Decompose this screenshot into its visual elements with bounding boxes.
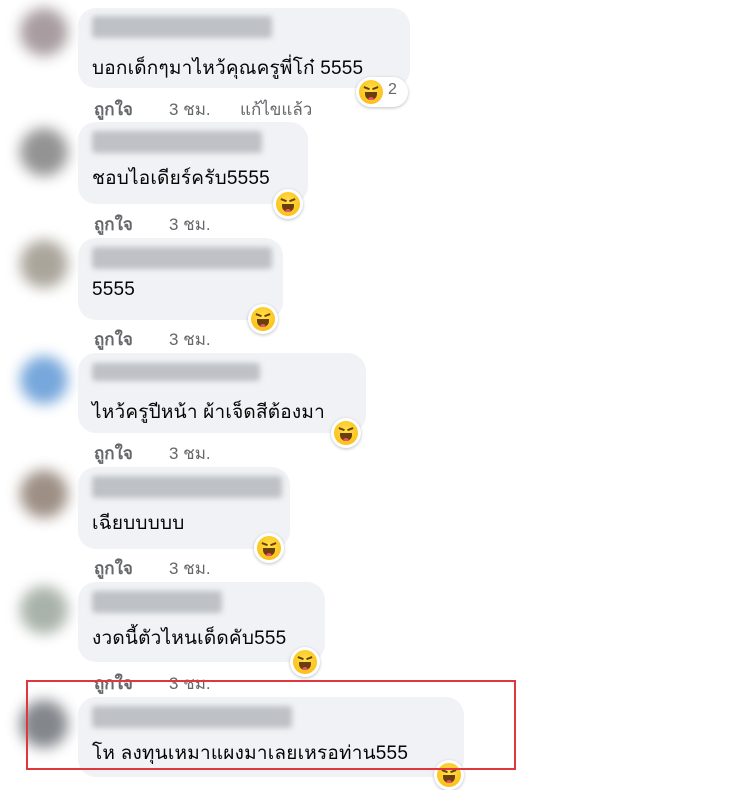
- comment-text: บอกเด็กๆมาไหว้คุณครูพี่โก๋ 5555: [92, 58, 364, 79]
- avatar[interactable]: [20, 356, 68, 404]
- highlight-box: [26, 680, 516, 770]
- like-button[interactable]: ถูกใจ: [94, 326, 133, 353]
- reaction-badge[interactable]: [290, 647, 320, 677]
- like-button[interactable]: ถูกใจ: [94, 555, 133, 582]
- comment-text: ไหว้ครูปีหน้า ผ้าเจ็ดสีต้องมา: [92, 402, 325, 423]
- commenter-name[interactable]: [92, 363, 260, 381]
- laugh-emoji-icon: [293, 650, 317, 674]
- comment-time[interactable]: 3 ชม.: [169, 96, 211, 123]
- comment-text: เฉียบบบบบ: [92, 513, 185, 534]
- avatar[interactable]: [20, 470, 68, 518]
- avatar[interactable]: [20, 128, 68, 176]
- like-button[interactable]: ถูกใจ: [94, 211, 133, 238]
- avatar[interactable]: [20, 240, 68, 288]
- reaction-count: 2: [388, 81, 397, 98]
- avatar[interactable]: [20, 586, 68, 634]
- comment-time[interactable]: 3 ชม.: [169, 211, 211, 238]
- laugh-emoji-icon: [257, 536, 281, 560]
- reaction-badge[interactable]: [248, 304, 278, 334]
- comment-bubble[interactable]: งวดนี้ตัวไหนเด็ดคับ555: [78, 582, 325, 662]
- comment-bubble[interactable]: บอกเด็กๆมาไหว้คุณครูพี่โก๋ 5555: [78, 8, 410, 88]
- laugh-emoji-icon: [359, 80, 383, 104]
- comment-bubble[interactable]: ไหว้ครูปีหน้า ผ้าเจ็ดสีต้องมา: [78, 353, 366, 433]
- commenter-name[interactable]: [92, 131, 262, 153]
- comment-time[interactable]: 3 ชม.: [169, 440, 211, 467]
- laugh-emoji-icon: [334, 421, 358, 445]
- laugh-emoji-icon: [251, 307, 275, 331]
- reaction-badge[interactable]: [254, 533, 284, 563]
- like-button[interactable]: ถูกใจ: [94, 440, 133, 467]
- comment-text: งวดนี้ตัวไหนเด็ดคับ555: [92, 628, 287, 649]
- commenter-name[interactable]: [92, 591, 222, 613]
- edited-label: แก้ไขแล้ว: [240, 100, 313, 119]
- reaction-badge[interactable]: 2: [356, 77, 408, 107]
- comment-text: ชอบไอเดียร์ครับ5555: [92, 168, 270, 189]
- reaction-badge[interactable]: [273, 189, 303, 219]
- commenter-name[interactable]: [92, 16, 272, 38]
- avatar-column: [0, 0, 76, 774]
- avatar[interactable]: [20, 8, 68, 56]
- commenter-name[interactable]: [92, 247, 272, 269]
- comment-bubble[interactable]: ชอบไอเดียร์ครับ5555: [78, 122, 308, 204]
- commenter-name[interactable]: [92, 476, 282, 498]
- reaction-badge[interactable]: [331, 418, 361, 448]
- comment-time[interactable]: 3 ชม.: [169, 326, 211, 353]
- laugh-emoji-icon: [276, 192, 300, 216]
- like-button[interactable]: ถูกใจ: [94, 96, 133, 123]
- comment-text: 5555: [92, 279, 136, 300]
- comment-time[interactable]: 3 ชม.: [169, 555, 211, 582]
